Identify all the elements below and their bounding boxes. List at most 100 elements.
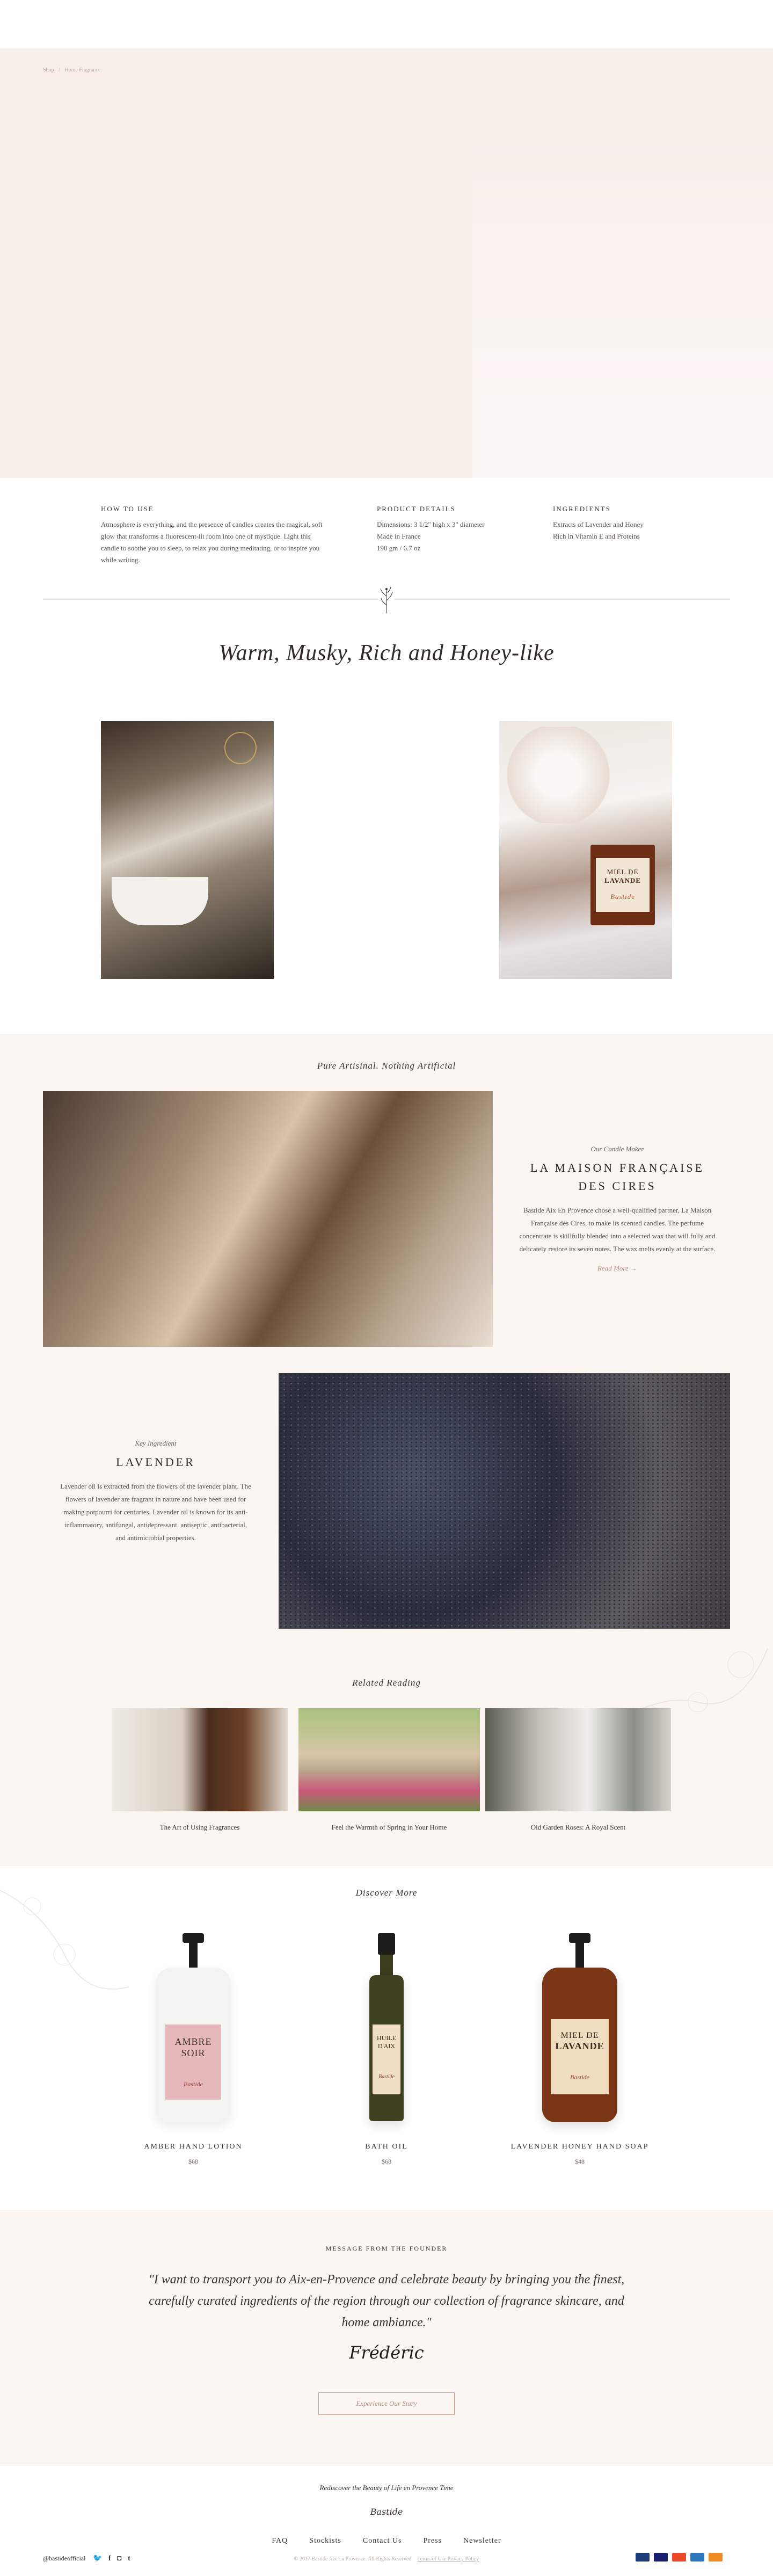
artisanal-heading: Pure Artisinal. Nothing Artificial: [317, 1061, 456, 1071]
feature-title: Warm, Musky, Rich and Honey-like: [218, 641, 555, 665]
floral-decoration-left: [0, 1858, 140, 1998]
candle-maker-kicker: Our Candle Maker: [590, 1145, 644, 1153]
candle-maker-block: Our Candle Maker LA MAISON FRANÇAISE DES…: [515, 1145, 719, 1273]
oil-label-line1: HUILE: [377, 2034, 396, 2042]
oil-cap: [378, 1933, 395, 1955]
footer-nav: FAQ Stockists Contact Us Press Newslette…: [0, 2536, 773, 2545]
related-caption[interactable]: The Art of Using Fragrances: [112, 1823, 288, 1832]
oil-label-brand: Bastide: [378, 2074, 395, 2080]
lavender-block: Key Ingredient LAVENDER Lavender oil is …: [59, 1439, 252, 1544]
lavender-photo: [279, 1373, 730, 1629]
read-more-link[interactable]: Read More →: [515, 1264, 719, 1273]
lavender-sprig-icon: [378, 585, 395, 614]
footer-tagline: Rediscover the Beauty of Life en Provenc…: [319, 2484, 454, 2492]
product-name[interactable]: AMBER HAND LOTION: [86, 2143, 301, 2151]
product-price: $68: [382, 2158, 391, 2165]
visa-icon: [654, 2553, 668, 2562]
founder-signature: Frédéric: [349, 2342, 424, 2363]
lotion-label: AMBRE SOIR Bastide: [165, 2024, 221, 2100]
discover-icon: [709, 2553, 723, 2562]
candle-maker-photo: [43, 1091, 493, 1347]
product-details-line: Made in France: [377, 532, 421, 540]
chandelier-shape: [224, 732, 257, 764]
product-details-line: 190 gm / 6.7 oz: [377, 544, 421, 552]
peonies-shape: [505, 727, 612, 823]
amex-icon: [690, 2553, 704, 2562]
related-item[interactable]: [298, 1708, 480, 1811]
product-details-line: Dimensions: 3 1/2" high x 3" diameter: [377, 520, 485, 528]
product-price: $68: [188, 2158, 198, 2165]
founder-heading: MESSAGE FROM THE FOUNDER: [325, 2245, 448, 2252]
soap-label-brand: Bastide: [570, 2073, 589, 2081]
related-caption[interactable]: Old Garden Roses: A Royal Scent: [485, 1823, 671, 1832]
pump-top: [569, 1933, 590, 1943]
founder-quote: "I want to transport you to Aix-en-Prove…: [148, 2273, 625, 2330]
breadcrumb-home[interactable]: Shop: [43, 67, 54, 73]
breadcrumb-current[interactable]: Home Fragrance: [64, 67, 100, 73]
candle-label-line2: LAVANDE: [604, 876, 641, 884]
product-name[interactable]: BATH OIL: [279, 2143, 494, 2151]
candle-label: MIEL DE LAVANDE Bastide: [596, 858, 650, 912]
breadcrumb-separator: /: [59, 67, 60, 73]
experience-story-button[interactable]: Experience Our Story: [318, 2392, 455, 2415]
how-to-use-block: HOW TO USE Atmosphere is everything, and…: [101, 505, 326, 566]
related-thumbnail[interactable]: [112, 1708, 288, 1811]
lotion-label-line2: SOIR: [181, 2048, 206, 2058]
oil-label-line2: D'AIX: [377, 2042, 396, 2050]
product-details-block: PRODUCT DETAILS Dimensions: 3 1/2" high …: [377, 505, 538, 554]
product-card-hand-soap[interactable]: MIEL DE LAVANDE Bastide: [526, 1933, 633, 2127]
lavender-title: LAVENDER: [116, 1455, 195, 1469]
soap-label: MIEL DE LAVANDE Bastide: [551, 2019, 609, 2094]
lotion-label-brand: Bastide: [184, 2080, 203, 2088]
soap-label-line1: MIEL DE: [560, 2031, 599, 2040]
ingredients-block: INGREDIENTS Extracts of Lavender and Hon…: [553, 505, 703, 542]
lavender-texture: [279, 1373, 730, 1629]
pump-neck: [189, 1943, 198, 1968]
footer-link-stockists[interactable]: Stockists: [309, 2537, 341, 2545]
candle-maker-body: Bastide Aix En Provence chose a well-qua…: [519, 1206, 716, 1253]
footer-link-faq[interactable]: FAQ: [272, 2537, 288, 2545]
product-card-bath-oil[interactable]: HUILE D'AIX Bastide: [360, 1933, 413, 2127]
oil-neck: [380, 1955, 393, 1976]
ingredients-title: INGREDIENTS: [553, 505, 611, 513]
product-price: $48: [575, 2158, 585, 2165]
related-item[interactable]: [112, 1708, 288, 1811]
lotion-label-line1: AMBRE: [174, 2036, 212, 2047]
footer-link-newsletter[interactable]: Newsletter: [463, 2537, 501, 2545]
product-details-title: PRODUCT DETAILS: [377, 505, 456, 513]
related-thumbnail[interactable]: [298, 1708, 480, 1811]
pump-top: [183, 1933, 204, 1943]
candle-photo: MIEL DE LAVANDE Bastide: [499, 721, 672, 979]
candle-label-line1: MIEL DE: [607, 868, 639, 876]
related-heading: Related Reading: [352, 1678, 421, 1688]
paypal-icon: [636, 2553, 650, 2562]
product-card-amber-lotion[interactable]: AMBRE SOIR Bastide: [140, 1933, 247, 2127]
oil-label: HUILE D'AIX Bastide: [373, 2024, 400, 2094]
breadcrumb: Shop / Home Fragrance: [43, 67, 104, 73]
ingredients-line: Rich in Vitamin E and Proteins: [553, 532, 640, 540]
product-name[interactable]: LAVENDER HONEY HAND SOAP: [472, 2143, 687, 2151]
related-thumbnail[interactable]: [485, 1708, 671, 1811]
legal-links[interactable]: Terms of Use Privacy Policy: [417, 2556, 479, 2562]
hero-floral-overlay: [472, 129, 773, 478]
soap-label-line2: LAVANDE: [555, 2041, 604, 2051]
lavender-kicker: Key Ingredient: [135, 1439, 177, 1447]
how-to-use-title: HOW TO USE: [101, 505, 154, 513]
hero-banner: [0, 48, 773, 478]
footer-link-contact[interactable]: Contact Us: [363, 2537, 402, 2545]
ingredients-line: Extracts of Lavender and Honey: [553, 520, 644, 528]
footer-brand-logo[interactable]: Bastide: [0, 2507, 773, 2517]
candle-maker-title: LA MAISON FRANÇAISE DES CIRES: [530, 1161, 705, 1193]
related-caption[interactable]: Feel the Warmth of Spring in Your Home: [298, 1823, 480, 1832]
bathtub-shape: [112, 877, 208, 925]
footer-link-press[interactable]: Press: [423, 2537, 442, 2545]
candle-label-brand: Bastide: [610, 892, 635, 901]
related-item[interactable]: [485, 1708, 671, 1811]
lavender-body: Lavender oil is extracted from the flowe…: [60, 1482, 251, 1542]
mastercard-icon: [672, 2553, 686, 2562]
discover-heading: Discover More: [355, 1888, 418, 1898]
payment-icons: [633, 2553, 723, 2564]
bathroom-photo: [101, 721, 274, 979]
copyright-text: © 2017 Bastide Aix En Provence. All Righ…: [294, 2556, 413, 2562]
how-to-use-body: Atmosphere is everything, and the presen…: [101, 520, 323, 564]
